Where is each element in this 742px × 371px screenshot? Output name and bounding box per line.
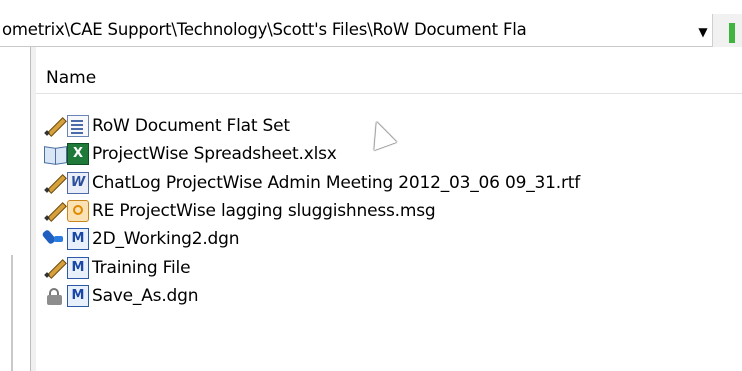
address-path[interactable]: ometrix\CAE Support\Technology\Scott's F… [2,20,690,39]
file-name: Training File [92,257,191,278]
column-header-name[interactable]: Name [36,62,742,94]
list-item[interactable]: M Save_As.dgn [44,282,580,310]
file-list: RoW Document Flat Set X ProjectWise Spre… [44,112,580,310]
list-item[interactable]: RoW Document Flat Set [44,112,580,140]
microstation-icon: M [67,256,89,279]
checkout-pin-icon [44,228,66,250]
green-indicator-icon [729,23,735,43]
column-header-label: Name [46,68,97,88]
list-item[interactable]: M Training File [44,253,580,281]
file-name: ChatLog ProjectWise Admin Meeting 2012_0… [92,172,581,193]
document-set-icon [67,115,89,138]
navigation-scrollbar[interactable] [11,255,13,371]
navigation-pane [0,47,30,371]
outlook-message-icon [67,200,89,223]
file-name: ProjectWise Spreadsheet.xlsx [92,144,337,165]
pencil-icon [44,115,66,137]
lock-icon [44,285,66,307]
pencil-icon [44,172,66,194]
file-name: RE ProjectWise lagging sluggishness.msg [92,201,436,222]
chevron-down-icon[interactable]: ▼ [694,23,712,41]
list-item[interactable]: X ProjectWise Spreadsheet.xlsx [44,140,580,168]
list-item[interactable]: RE ProjectWise lagging sluggishness.msg [44,197,580,225]
file-name: 2D_Working2.dgn [92,229,240,250]
wordpad-icon: W [67,171,89,194]
list-item[interactable]: W ChatLog ProjectWise Admin Meeting 2012… [44,169,580,197]
list-item[interactable]: M 2D_Working2.dgn [44,225,580,253]
microstation-icon: M [67,228,89,251]
address-bar[interactable]: ometrix\CAE Support\Technology\Scott's F… [0,14,712,47]
excel-icon: X [67,143,89,166]
file-name: RoW Document Flat Set [92,116,290,137]
pencil-icon [44,200,66,222]
toolbar-edge [712,14,742,47]
pencil-icon [44,257,66,279]
microstation-icon: M [67,284,89,307]
pane-splitter[interactable] [30,47,36,371]
open-book-icon [44,143,66,165]
file-name: Save_As.dgn [92,285,199,306]
